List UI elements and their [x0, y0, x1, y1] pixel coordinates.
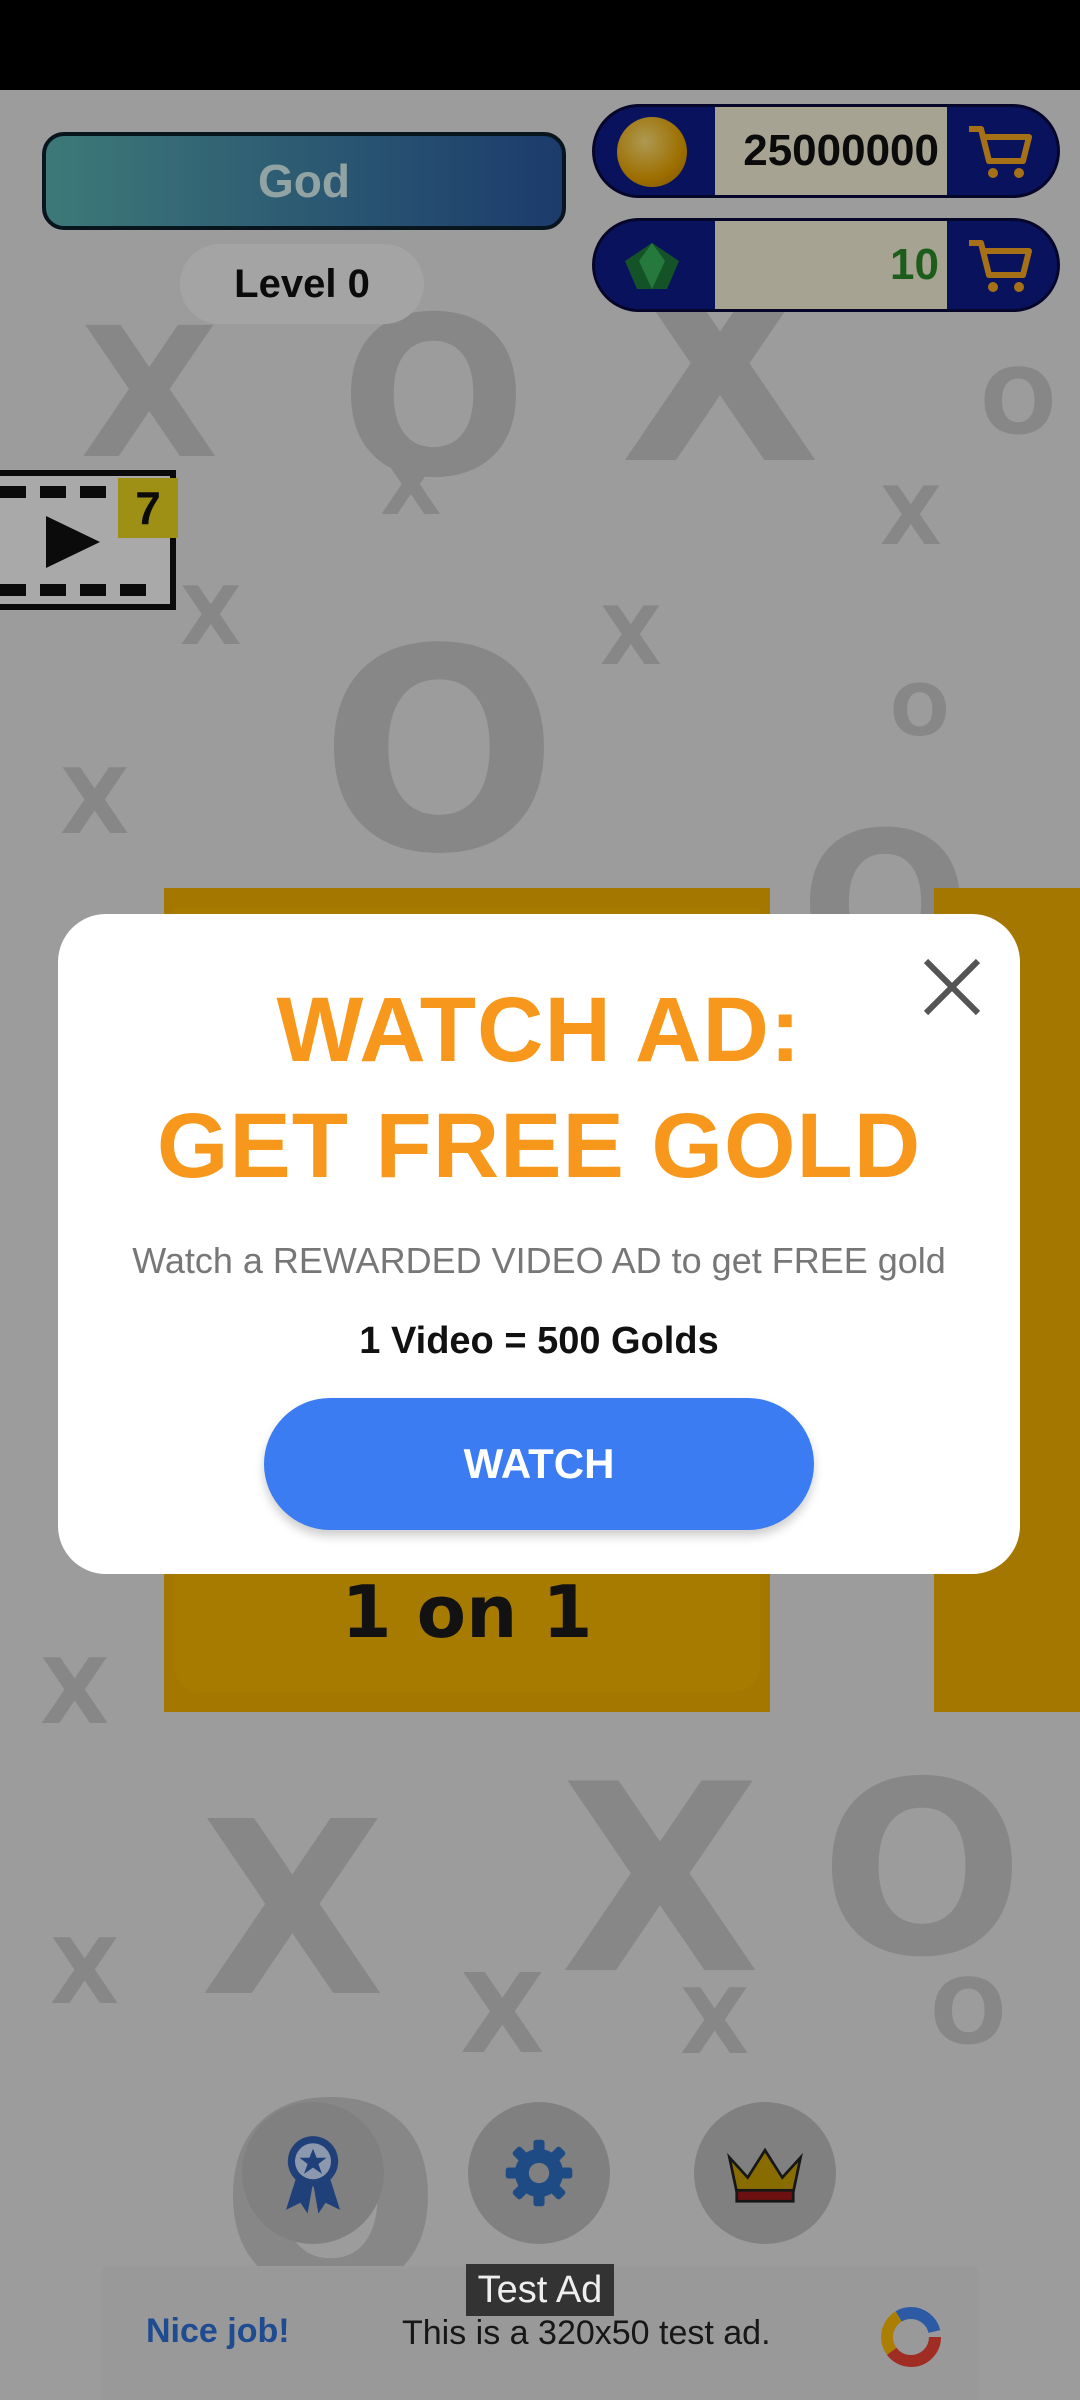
test-ad-tag: Test Ad [466, 2264, 614, 2316]
status-bar [0, 0, 1080, 90]
dialog-title-line2: GET FREE GOLD [156, 1095, 922, 1197]
dialog-rate: 1 Video = 500 Golds [359, 1320, 719, 1362]
watch-button[interactable]: WATCH [264, 1398, 814, 1530]
watch-button-label: WATCH [463, 1440, 615, 1487]
dialog-title-line1: WATCH AD: [276, 979, 802, 1081]
dialog-description: Watch a REWARDED VIDEO AD to get FREE go… [132, 1240, 946, 1281]
